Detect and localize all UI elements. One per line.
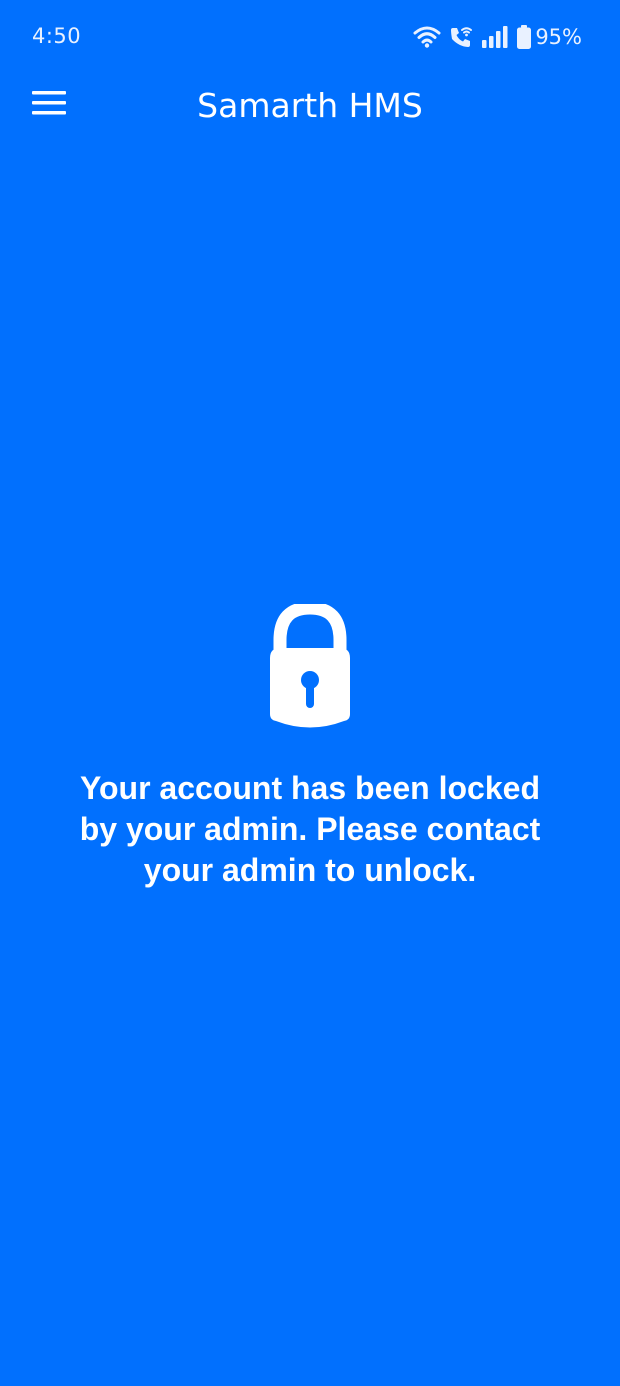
battery-percent: 95% xyxy=(535,25,582,49)
lock-icon xyxy=(264,601,356,735)
lock-container xyxy=(0,601,620,735)
app-bar: Samarth HMS xyxy=(0,74,620,136)
status-time: 4:50 xyxy=(32,24,82,48)
page-title: Samarth HMS xyxy=(197,86,423,125)
signal-icon xyxy=(481,26,509,48)
wifi-call-icon xyxy=(449,25,473,49)
wifi-icon xyxy=(413,26,441,48)
status-bar: 4:50 95% xyxy=(0,0,620,74)
locked-message: Your account has been locked by your adm… xyxy=(79,770,541,888)
battery-icon xyxy=(517,25,532,49)
status-icons: 95% xyxy=(413,24,582,50)
